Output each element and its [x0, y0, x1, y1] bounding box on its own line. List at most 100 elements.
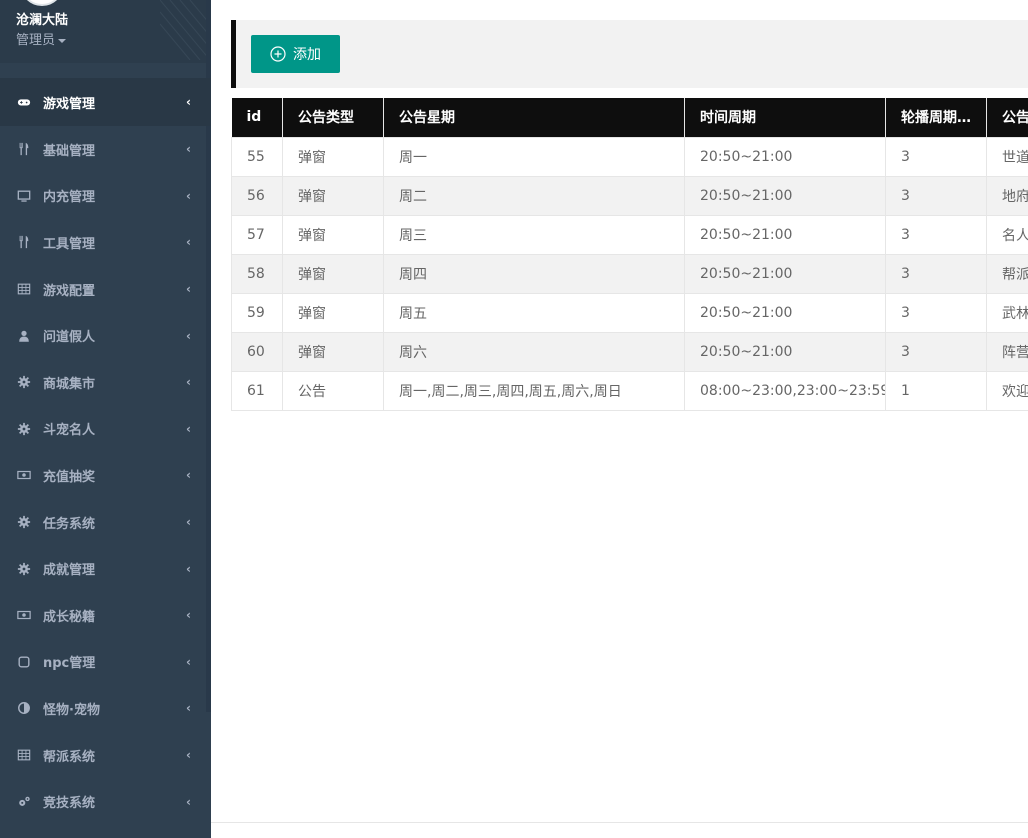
table-cell: 3 [885, 214, 987, 255]
table-cell: 周四 [383, 253, 685, 294]
table-header-row: id 公告类型 公告星期 时间周期 轮播周期... 公告 [231, 98, 1028, 137]
table-cell: 57 [231, 214, 283, 255]
half-circle-icon [16, 701, 31, 716]
gear-icon [16, 421, 31, 436]
avatar[interactable] [20, 0, 64, 6]
table-cell: 3 [885, 331, 987, 372]
add-button-label: 添加 [293, 47, 321, 63]
table-row[interactable]: 61 公告 周一,周二,周三,周四,周五,周六,周日 08:00~23:00,2… [231, 370, 1028, 411]
chevron-left-icon: ‹ [186, 188, 191, 203]
chevron-left-icon: ‹ [186, 282, 191, 297]
sidebar-item-game-config[interactable]: 游戏配置 ‹ [0, 266, 211, 313]
column-header[interactable]: 公告类型 [282, 98, 384, 137]
table-row[interactable]: 58 弹窗 周四 20:50~21:00 3 帮派 [231, 253, 1028, 294]
cutlery-icon [16, 142, 31, 157]
sidebar-item-label: 游戏管理 [43, 96, 96, 112]
gears-icon [16, 794, 31, 809]
sidebar-item-label: 帮派系统 [43, 749, 96, 765]
table-cell: 名人 [986, 214, 1028, 255]
decorative-pattern [160, 0, 210, 60]
table-cell: 61 [231, 370, 283, 411]
table-icon [16, 748, 31, 763]
table-row[interactable]: 60 弹窗 周六 20:50~21:00 3 阵营 [231, 331, 1028, 372]
sidebar-item-label: 商城集市 [43, 376, 96, 392]
table-cell: 公告 [282, 370, 384, 411]
sidebar-item-arena[interactable]: 竞技系统 ‹ [0, 778, 211, 825]
sidebar-item-label: 成长秘籍 [43, 609, 96, 625]
square-icon [16, 654, 31, 669]
chevron-left-icon: ‹ [186, 95, 191, 109]
chevron-left-icon: ‹ [186, 561, 191, 576]
sidebar-item-fake-players[interactable]: 问道假人 ‹ [0, 312, 211, 359]
table-row[interactable]: 59 弹窗 周五 20:50~21:00 3 武林 [231, 292, 1028, 333]
sidebar-item-guild[interactable]: 帮派系统 ‹ [0, 732, 211, 779]
sidebar-item-npc[interactable]: npc管理 ‹ [0, 639, 211, 686]
table-cell: 弹窗 [282, 292, 384, 333]
table-cell: 欢迎 [986, 370, 1028, 411]
table-cell: 阵营 [986, 331, 1028, 372]
table-row[interactable]: 56 弹窗 周二 20:50~21:00 3 地府 [231, 175, 1028, 216]
table-cell: 20:50~21:00 [684, 253, 886, 294]
table-cell: 弹窗 [282, 331, 384, 372]
sidebar-item-task-system[interactable]: 任务系统 ‹ [0, 499, 211, 546]
gear-icon [16, 561, 31, 576]
sidebar: 沧澜大陆 管理员 游戏管理 ‹ 基础管理 ‹ 内充管理 ‹ 工具管理 ‹ 游戏配 [0, 0, 211, 838]
money-icon [16, 608, 31, 623]
sidebar-item-game-management[interactable]: 游戏管理 ‹ [0, 78, 211, 126]
table-cell: 3 [885, 136, 987, 177]
sidebar-item-recharge-management[interactable]: 内充管理 ‹ [0, 173, 211, 220]
chevron-left-icon: ‹ [186, 421, 191, 436]
sidebar-item-pet-celebrity[interactable]: 斗宠名人 ‹ [0, 406, 211, 453]
table-cell: 3 [885, 292, 987, 333]
table-cell: 周一 [383, 136, 685, 177]
column-header[interactable]: 轮播周期... [885, 98, 987, 137]
cutlery-icon [16, 235, 31, 250]
table-cell: 20:50~21:00 [684, 331, 886, 372]
sidebar-item-growth-guide[interactable]: 成长秘籍 ‹ [0, 592, 211, 639]
table-cell: 3 [885, 253, 987, 294]
sidebar-item-tool-management[interactable]: 工具管理 ‹ [0, 219, 211, 266]
table-cell: 3 [885, 175, 987, 216]
chevron-left-icon: ‹ [186, 328, 191, 343]
table-cell: 世道 [986, 136, 1028, 177]
sidebar-item-label: npc管理 [43, 656, 96, 672]
table-cell: 20:50~21:00 [684, 175, 886, 216]
sidebar-item-recharge-lottery[interactable]: 充值抽奖 ‹ [0, 452, 211, 499]
sidebar-item-label: 工具管理 [43, 236, 96, 252]
role-label: 管理员 [16, 33, 56, 48]
gear-icon [16, 375, 31, 390]
user-icon [16, 328, 31, 343]
sidebar-item-label: 问道假人 [43, 330, 96, 346]
table-row[interactable]: 55 弹窗 周一 20:50~21:00 3 世道 [231, 136, 1028, 177]
column-header[interactable]: 公告星期 [383, 98, 685, 137]
sidebar-item-achievement[interactable]: 成就管理 ‹ [0, 545, 211, 592]
table-cell: 弹窗 [282, 136, 384, 177]
chevron-left-icon: ‹ [186, 235, 191, 250]
sidebar-item-basic-management[interactable]: 基础管理 ‹ [0, 126, 211, 173]
footer-divider [211, 822, 1028, 823]
role-dropdown[interactable]: 管理员 [16, 29, 67, 48]
column-header[interactable]: id [231, 98, 283, 137]
column-header[interactable]: 时间周期 [684, 98, 886, 137]
column-header[interactable]: 公告 [986, 98, 1028, 137]
chevron-left-icon: ‹ [186, 142, 191, 157]
table-cell: 周六 [383, 331, 685, 372]
add-button[interactable]: 添加 [251, 35, 340, 73]
sidebar-item-monster-pet[interactable]: 怪物·宠物 ‹ [0, 685, 211, 732]
sidebar-item-label: 怪物·宠物 [43, 702, 100, 718]
table-cell: 武林 [986, 292, 1028, 333]
sidebar-item-market[interactable]: 商城集市 ‹ [0, 359, 211, 406]
sidebar-item-label: 充值抽奖 [43, 469, 96, 485]
gamepad-icon [16, 95, 31, 110]
table-cell: 弹窗 [282, 214, 384, 255]
table-cell: 59 [231, 292, 283, 333]
sidebar-item-label: 成就管理 [43, 563, 96, 579]
table-row[interactable]: 57 弹窗 周三 20:50~21:00 3 名人 [231, 214, 1028, 255]
table-cell: 弹窗 [282, 253, 384, 294]
table-cell: 弹窗 [282, 175, 384, 216]
chevron-left-icon: ‹ [186, 748, 191, 763]
table-icon [16, 282, 31, 297]
sidebar-item-label: 任务系统 [43, 516, 96, 532]
main-content: 添加 id 公告类型 公告星期 时间周期 轮播周期... 公告 55 弹窗 周一… [211, 0, 1028, 838]
table-cell: 20:50~21:00 [684, 292, 886, 333]
